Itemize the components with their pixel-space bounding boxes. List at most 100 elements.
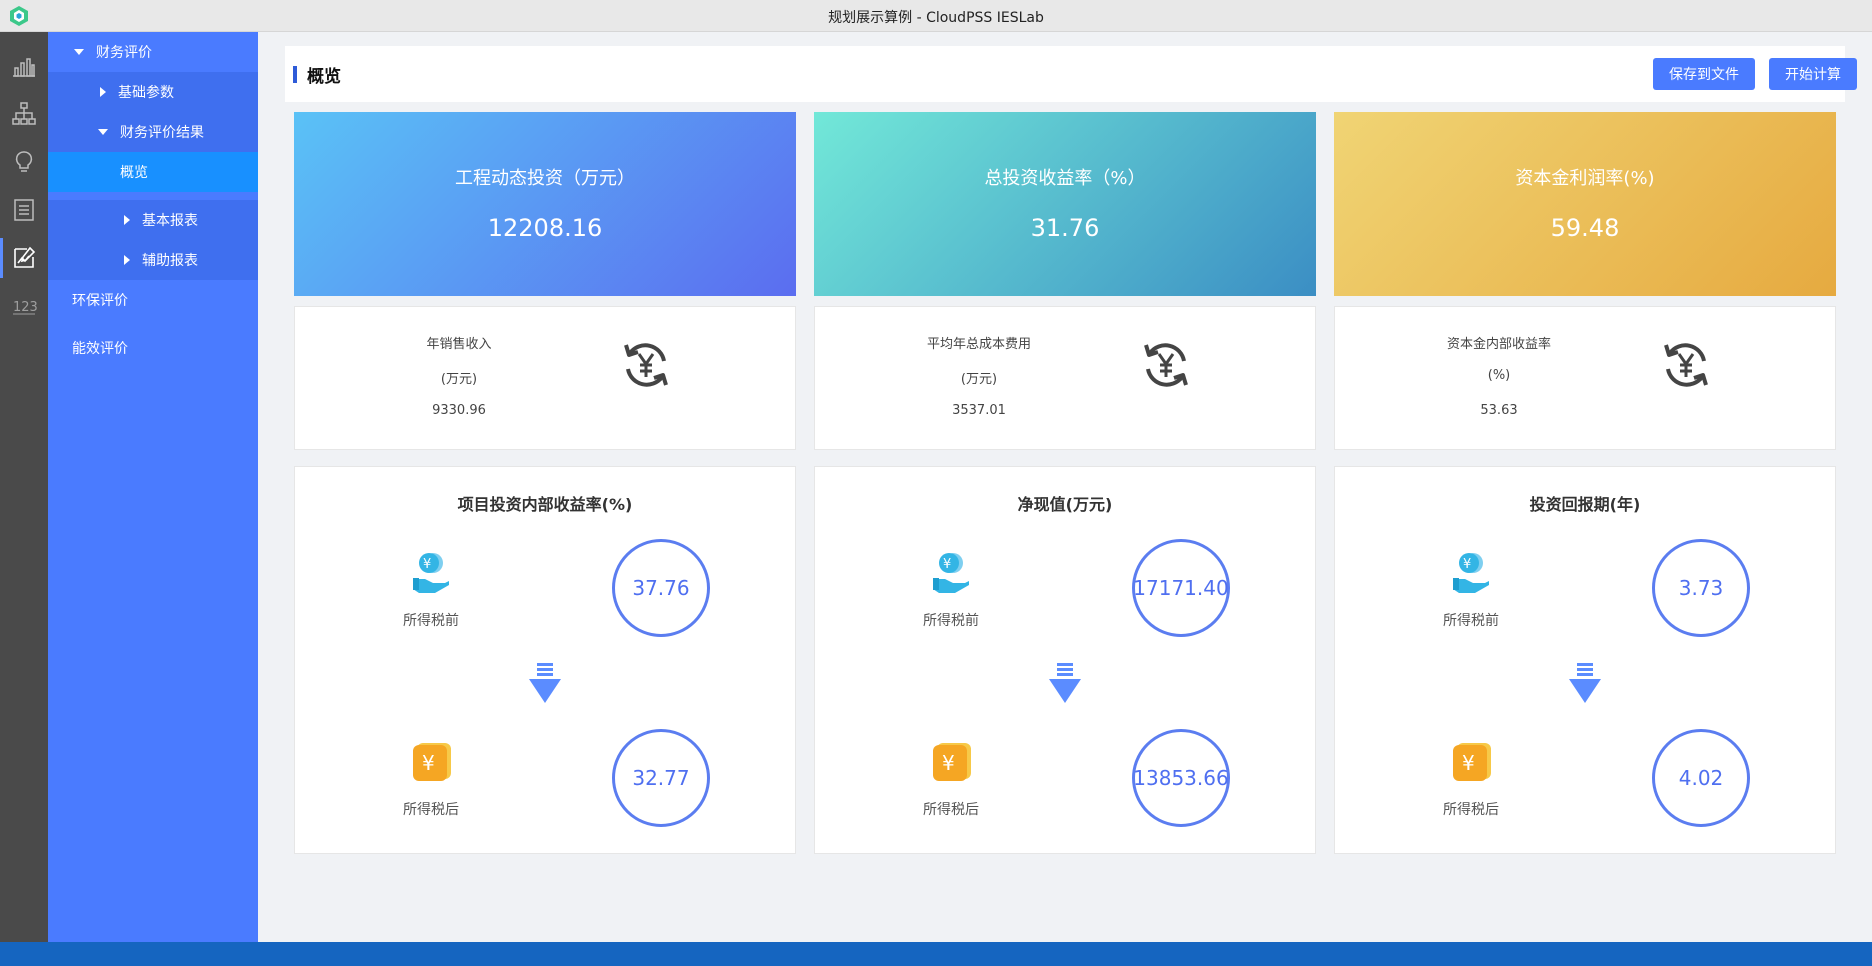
- post-tax-label: 所得税后: [923, 802, 979, 818]
- metric-label: 年销售收入: [426, 337, 492, 352]
- sidebar-item-label: 辅助报表: [142, 253, 198, 269]
- rail-edit-chart[interactable]: [0, 234, 48, 282]
- post-tax-value-ring: 4.02: [1652, 729, 1750, 827]
- post-tax-value-ring: 13853.66: [1132, 729, 1230, 827]
- kpi-title: 工程动态投资（万元）: [455, 168, 635, 189]
- kpi-value: 59.48: [1550, 214, 1620, 242]
- svg-text:123: 123: [13, 300, 37, 315]
- page-title: 概览: [307, 67, 341, 87]
- window-title: 规划展示算例 - CloudPSS IESLab: [828, 10, 1044, 26]
- sidebar-item-efficiency[interactable]: 能效评价: [48, 328, 258, 368]
- comparison-card-npv: 净现值(万元) ¥ 所得税前 17171.40 ¥ 所得税后 13853.66: [814, 466, 1316, 854]
- svg-text:¥: ¥: [422, 751, 435, 775]
- hand-coin-icon: ¥: [933, 553, 969, 593]
- pre-tax-label: 所得税前: [923, 613, 979, 629]
- svg-text:¥: ¥: [423, 557, 431, 572]
- kpi-card-dynamic-investment: 工程动态投资（万元） 12208.16: [294, 112, 796, 296]
- sidebar-item-label: 基本报表: [142, 213, 198, 229]
- metric-card-avg-cost: 平均年总成本费用 (万元) 3537.01: [814, 306, 1316, 450]
- sidebar-item-label: 基础参数: [118, 85, 174, 101]
- post-tax-label: 所得税后: [403, 802, 459, 818]
- yuan-cycle-icon: [1144, 343, 1188, 387]
- comparison-title: 净现值(万元): [1017, 495, 1113, 514]
- metric-label: 平均年总成本费用: [926, 337, 1031, 352]
- post-tax-label: 所得税后: [1443, 802, 1499, 818]
- kpi-card-capital-profit: 资本金利润率(%) 59.48: [1334, 112, 1836, 296]
- rail-bar-chart[interactable]: [0, 42, 48, 90]
- hand-coin-icon: ¥: [413, 553, 449, 593]
- sidebar-item-label: 能效评价: [72, 341, 128, 357]
- caret-right-icon: [124, 215, 130, 225]
- footer-bar: [0, 942, 1872, 966]
- list-icon: [14, 199, 34, 221]
- edit-chart-icon: [14, 246, 36, 268]
- yuan-cycle-icon: [1664, 343, 1708, 387]
- svg-text:¥: ¥: [1462, 751, 1475, 775]
- save-to-file-button[interactable]: 保存到文件: [1653, 58, 1755, 90]
- yuan-cycle-icon: [624, 343, 668, 387]
- metric-value: 53.63: [1480, 403, 1518, 418]
- bar-chart-icon: [13, 58, 35, 77]
- title-accent-bar: [293, 66, 297, 83]
- sidebar-item-financial-results[interactable]: 财务评价结果: [48, 112, 258, 152]
- sidebar-tree: 财务评价 基础参数 财务评价结果 概览 基本报表 辅助报表 环保评价 能效评价: [48, 32, 258, 942]
- caret-right-icon: [100, 87, 106, 97]
- yuan-wallet-icon: ¥: [413, 743, 451, 781]
- hierarchy-icon: [12, 102, 36, 125]
- sidebar-item-label: 财务评价结果: [120, 125, 204, 141]
- kpi-title: 总投资收益率（%）: [984, 168, 1146, 189]
- yuan-wallet-icon: ¥: [1453, 743, 1491, 781]
- caret-down-icon: [98, 129, 108, 135]
- sidebar-item-label: 环保评价: [72, 293, 128, 309]
- metric-unit: (%): [1487, 368, 1511, 383]
- yuan-wallet-icon: ¥: [933, 743, 971, 781]
- sidebar-item-overview[interactable]: 概览: [48, 152, 258, 192]
- comparison-title: 项目投资内部收益率(%): [457, 495, 633, 514]
- number-123-icon: 123: [13, 300, 37, 315]
- down-arrow-icon: [1569, 663, 1601, 703]
- kpi-value: 31.76: [1030, 214, 1100, 242]
- sidebar-item-environmental[interactable]: 环保评价: [48, 280, 258, 320]
- page-header: 概览 保存到文件 开始计算: [285, 46, 1857, 102]
- start-calculation-button[interactable]: 开始计算: [1769, 58, 1857, 90]
- pre-tax-label: 所得税前: [1443, 613, 1499, 629]
- post-tax-value-ring: 32.77: [612, 729, 710, 827]
- sidebar-item-financial[interactable]: 财务评价: [48, 32, 258, 72]
- rail-hierarchy[interactable]: [0, 90, 48, 138]
- kpi-card-total-roi: 总投资收益率（%） 31.76: [814, 112, 1316, 296]
- caret-down-icon: [74, 49, 84, 55]
- main-content: 概览 保存到文件 开始计算 工程动态投资（万元） 12208.16 总投资收益率…: [258, 32, 1872, 942]
- svg-text:¥: ¥: [1463, 557, 1471, 572]
- sidebar-item-aux-reports[interactable]: 辅助报表: [48, 240, 258, 280]
- pre-tax-value-ring: 3.73: [1652, 539, 1750, 637]
- kpi-title: 资本金利润率(%): [1515, 168, 1655, 189]
- svg-text:¥: ¥: [942, 751, 955, 775]
- comparison-card-payback: 投资回报期(年) ¥ 所得税前 3.73 ¥ 所得税后 4.02: [1334, 466, 1836, 854]
- pre-tax-value-ring: 37.76: [612, 539, 710, 637]
- sidebar-item-basic-params[interactable]: 基础参数: [48, 72, 258, 112]
- comparison-card-project-irr: 项目投资内部收益率(%) ¥ 所得税前 37.76 ¥ 所得税后 32.77: [294, 466, 796, 854]
- metric-card-capital-irr: 资本金内部收益率 (%) 53.63: [1334, 306, 1836, 450]
- pre-tax-label: 所得税前: [403, 613, 459, 629]
- metric-label: 资本金内部收益率: [1446, 337, 1551, 352]
- metric-value: 9330.96: [432, 403, 486, 418]
- metric-unit: (万元): [440, 372, 478, 387]
- lightbulb-icon: [15, 151, 33, 172]
- sidebar-item-label: 概览: [120, 165, 148, 181]
- pre-tax-value-ring: 17171.40: [1132, 539, 1230, 637]
- metric-card-sales-revenue: 年销售收入 (万元) 9330.96: [294, 306, 796, 450]
- rail-lightbulb[interactable]: [0, 138, 48, 186]
- icon-rail: 123: [0, 32, 48, 942]
- sidebar-item-basic-reports[interactable]: 基本报表: [48, 200, 258, 240]
- hand-coin-icon: ¥: [1453, 553, 1489, 593]
- rail-number[interactable]: 123: [0, 282, 48, 330]
- sidebar-item-label: 财务评价: [96, 45, 152, 61]
- svg-text:¥: ¥: [943, 557, 951, 572]
- comparison-title: 投资回报期(年): [1529, 495, 1641, 514]
- title-bar: 规划展示算例 - CloudPSS IESLab: [0, 0, 1872, 32]
- metric-value: 3537.01: [952, 403, 1006, 418]
- kpi-value: 12208.16: [487, 214, 603, 242]
- metric-unit: (万元): [960, 372, 998, 387]
- caret-right-icon: [124, 255, 130, 265]
- rail-list[interactable]: [0, 186, 48, 234]
